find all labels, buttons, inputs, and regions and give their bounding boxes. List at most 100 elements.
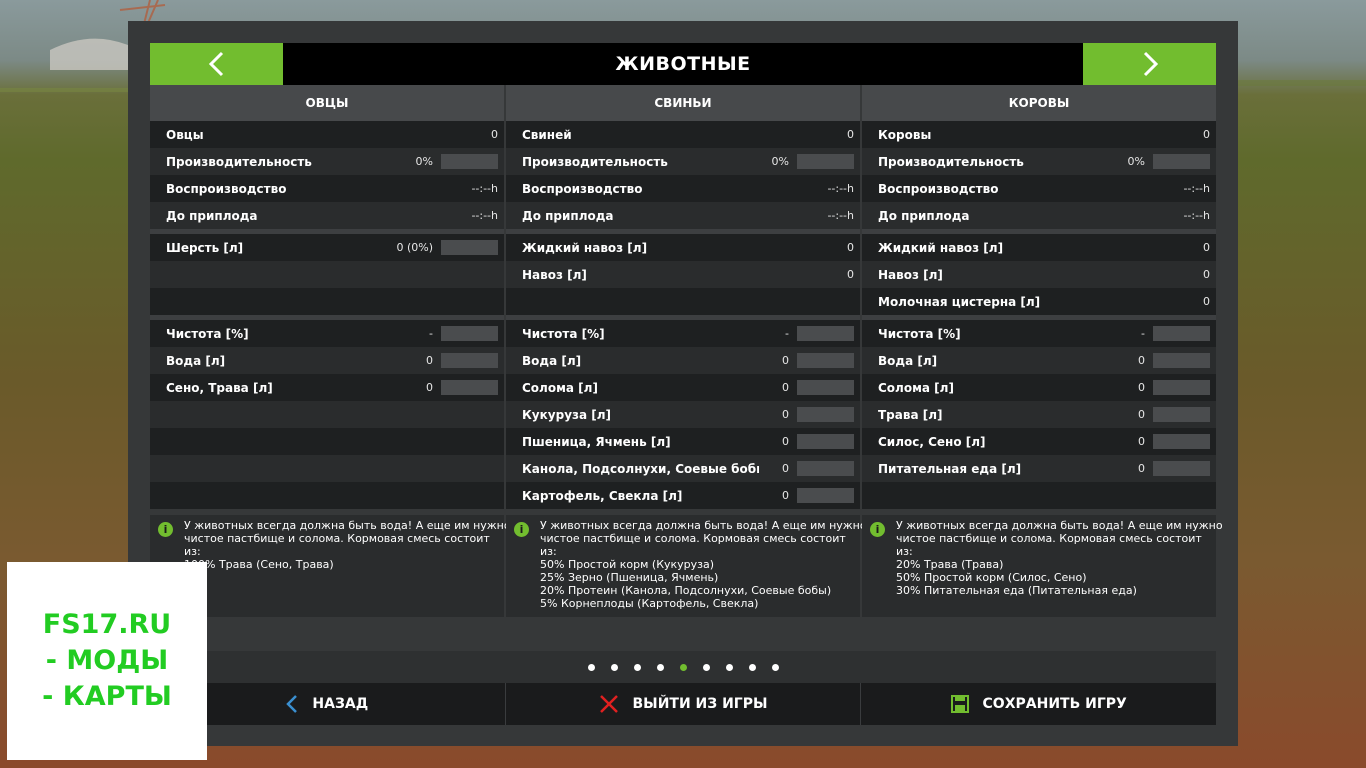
bottom-bar: НАЗАД ВЫЙТИ ИЗ ИГРЫ СОХРАНИТЬ ИГРУ [150,683,1216,725]
close-icon [599,695,618,713]
stat-value: 0 [782,381,789,394]
chevron-left-icon [208,51,223,77]
stat-label: Производительность [878,154,1024,169]
stat-value: --:--h [827,209,854,222]
page-title: ЖИВОТНЫЕ [615,53,751,75]
info-icon: i [870,522,885,537]
fill-level-bar [797,380,854,395]
animal-column: СВИНЬИ Свиней 0 Производительность 0% Воспрои… [506,85,860,509]
column-header: ОВЦЫ [150,85,504,121]
fill-level-bar [441,380,498,395]
stat-label: До приплода [522,208,614,223]
info-text: из: [540,545,557,558]
stat-value: --:--h [1183,209,1210,222]
info-text: 30% Питательная еда (Питательная еда) [896,584,1137,597]
page-dot[interactable] [656,663,664,671]
stat-row: Чистота [%] - [150,320,504,347]
next-page-button[interactable] [1083,43,1216,85]
info-text: чистое пастбище и солома. Кормовая смесь… [540,532,846,545]
page-dot[interactable] [702,663,710,671]
stat-value: 0% [771,155,789,168]
stat-value: 0 [1203,128,1210,141]
fill-level-bar [1153,353,1210,368]
stat-value: 0% [1127,155,1145,168]
info-text: 50% Простой корм (Силос, Сено) [896,571,1087,584]
stat-label: До приплода [878,208,970,223]
info-icon: i [514,522,529,537]
quit-game-button[interactable]: ВЫЙТИ ИЗ ИГРЫ [506,683,862,725]
watermark-logo: FS17.RU - МОДЫ - КАРТЫ [7,562,207,760]
stat-row: До приплода --:--h [150,202,504,229]
fill-level-bar [441,326,498,341]
info-text: У животных всегда должна быть вода! А ещ… [896,519,1223,532]
fill-level-bar [441,154,498,169]
stat-row: Навоз [л] 0 [506,261,860,288]
info-text: 100% Трава (Сено, Трава) [184,558,334,571]
previous-page-button[interactable] [150,43,283,85]
animal-column: КОРОВЫ Коровы 0 Производительность 0% Воспрои… [862,85,1216,509]
stat-row: Производительность 0% [862,148,1216,175]
stat-row: Солома [л] 0 [506,374,860,401]
fill-level-bar [797,461,854,476]
page-dot[interactable] [610,663,618,671]
fill-level-bar [1153,326,1210,341]
info-text: 5% Корнеплоды (Картофель, Свекла) [540,597,759,610]
info-box: i У животных всегда должна быть вода! А е… [862,515,1223,617]
stat-row [150,482,504,509]
info-text: 20% Трава (Трава) [896,558,1004,571]
fill-level-bar [797,488,854,503]
stat-label: Солома [л] [522,380,598,395]
info-text: из: [896,545,913,558]
save-game-button[interactable]: СОХРАНИТЬ ИГРУ [861,683,1216,725]
info-text: 25% Зерно (Пшеница, Ячмень) [540,571,719,584]
stat-row: Воспроизводство --:--h [506,175,860,202]
stat-row: Овцы 0 [150,121,504,148]
fill-level-bar [797,353,854,368]
stat-label: Молочная цистерна [л] [878,294,1041,309]
stat-value: --:--h [1183,182,1210,195]
quit-label: ВЫЙТИ ИЗ ИГРЫ [632,696,768,712]
page-dot[interactable] [633,663,641,671]
stat-label: Питательная еда [л] [878,461,1022,476]
stat-row: Питательная еда [л] 0 [862,455,1216,482]
page-dot[interactable] [679,663,687,671]
stat-value: 0 [426,381,433,394]
stat-value: 0 [782,489,789,502]
stat-label: Производительность [166,154,312,169]
watermark-line: - МОДЫ [45,645,169,676]
stat-row: Воспроизводство --:--h [150,175,504,202]
stat-label: До приплода [166,208,258,223]
stat-label: Картофель, Свекла [л] [522,488,683,503]
stat-label: Воспроизводство [878,181,999,196]
stat-row [506,288,860,315]
stat-value: - [429,327,433,340]
page-dot[interactable] [771,663,779,671]
stat-label: Вода [л] [878,353,938,368]
fill-level-bar [1153,461,1210,476]
fill-level-bar [1153,407,1210,422]
info-icon: i [158,522,173,537]
stat-value: - [785,327,789,340]
page-dot[interactable] [725,663,733,671]
stat-label: Шерсть [л] [166,240,244,255]
stat-row: Производительность 0% [150,148,504,175]
stat-value: 0 [1203,241,1210,254]
stat-value: 0 [782,354,789,367]
info-text: из: [184,545,201,558]
stat-row: Молочная цистерна [л] 0 [862,288,1216,315]
info-text: чистое пастбище и солома. Кормовая смесь… [896,532,1202,545]
watermark-line: FS17.RU [42,609,172,640]
stat-row: Вода [л] 0 [506,347,860,374]
info-text: У животных всегда должна быть вода! А ещ… [540,519,867,532]
stat-row [150,261,504,288]
stat-row: Коровы 0 [862,121,1216,148]
stat-row: До приплода --:--h [506,202,860,229]
column-header: КОРОВЫ [862,85,1216,121]
stat-label: Свиней [522,127,572,142]
stat-row: Солома [л] 0 [862,374,1216,401]
stat-row: Вода [л] 0 [862,347,1216,374]
page-dot[interactable] [748,663,756,671]
page-dot[interactable] [587,663,595,671]
fill-level-bar [1153,154,1210,169]
stat-value: 0 [1138,354,1145,367]
